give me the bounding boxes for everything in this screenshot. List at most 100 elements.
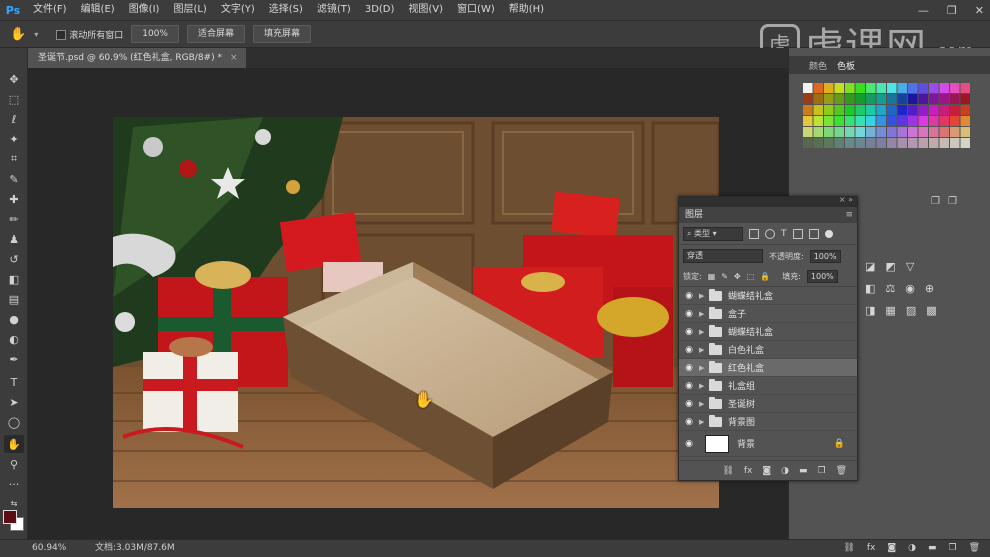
swatch-cell[interactable] [908,116,918,126]
swatch-cell[interactable] [950,127,960,137]
dodge-tool-icon[interactable]: ◐ [4,330,24,348]
swatch-cell[interactable] [824,105,834,115]
swatch-cell[interactable] [834,105,845,115]
swatch-cell[interactable] [950,105,960,115]
eye-icon[interactable]: ◉ [679,291,699,301]
filter-kind-select[interactable]: ⌕ 类型 ▾ [683,226,743,241]
swatch-cell[interactable] [803,116,813,126]
minimize-icon[interactable]: — [918,4,929,17]
zoom-tool-icon[interactable]: ⚲ [4,455,24,473]
foreground-color-swatch[interactable] [3,510,17,524]
photo-filter-icon[interactable]: ◉ [905,282,915,295]
hand-tool-icon[interactable]: ✋ [4,435,24,453]
swatch-cell[interactable] [887,94,897,104]
swatch-cell[interactable] [803,83,813,93]
expand-icon[interactable]: ❐ [948,196,957,207]
menu-layer[interactable]: 图层(L) [166,0,213,20]
swatch-cell[interactable] [887,83,897,93]
swatch-cell[interactable] [813,127,824,137]
expand-arrow-icon[interactable]: ▶ [699,346,709,354]
expand-arrow-icon[interactable]: ▶ [699,310,709,318]
pen-tool-icon[interactable]: ✒ [4,350,24,368]
swatch-cell[interactable] [834,116,845,126]
menu-file[interactable]: 文件(F) [26,0,74,20]
swatch-cell[interactable] [845,127,855,137]
swatch-cell[interactable] [803,105,813,115]
swatch-cell[interactable] [824,138,834,148]
move-tool-icon[interactable]: ✥ [4,70,24,88]
menu-help[interactable]: 帮助(H) [502,0,551,20]
expand-arrow-icon[interactable]: ▶ [699,400,709,408]
swatch-cell[interactable] [866,116,876,126]
swatch-cell[interactable] [824,83,834,93]
swatch-cell[interactable] [845,116,855,126]
swatch-cell[interactable] [866,83,876,93]
link-layers-icon[interactable]: ⛓ [722,466,733,476]
tab-color[interactable]: 颜色 [809,59,827,72]
expand-arrow-icon[interactable]: ▶ [699,328,709,336]
eye-icon[interactable]: ◉ [679,417,699,427]
eye-icon[interactable]: ◉ [679,309,699,319]
restore-icon[interactable]: ❐ [947,4,957,17]
swatch-cell[interactable] [918,138,929,148]
menu-3d[interactable]: 3D(D) [358,0,402,20]
swatch-cell[interactable] [813,138,824,148]
eye-icon[interactable]: ◉ [679,399,699,409]
eyedropper-tool-icon[interactable]: ✎ [4,170,24,188]
layers-panel-title[interactable]: 图层 [685,210,703,220]
swatch-cell[interactable] [950,116,960,126]
swatch-cell[interactable] [855,83,866,93]
expand-arrow-icon[interactable]: ▶ [699,364,709,372]
layer-row-selected[interactable]: ◉ ▶ 红色礼盒 [679,359,857,377]
new-layer-icon[interactable]: ❐ [817,466,825,476]
panel-title-strip[interactable]: × » [679,195,857,207]
crop-tool-icon[interactable]: ⌗ [4,150,24,168]
swatch-cells[interactable] [803,83,971,149]
swatch-cell[interactable] [939,94,950,104]
layer-row[interactable]: ◉ ▶ 礼盒组 [679,377,857,395]
expand-arrow-icon[interactable]: ▶ [699,382,709,390]
layer-row[interactable]: ◉ ▶ 圣诞树 [679,395,857,413]
eye-icon[interactable]: ◉ [679,381,699,391]
lock-transparent-icon[interactable]: ▦ [708,272,716,281]
swatch-cell[interactable] [866,94,876,104]
swatch-cell[interactable] [876,83,887,93]
swatch-cell[interactable] [897,138,908,148]
document-info[interactable]: 文档:3.03M/87.6M [95,540,175,557]
swatch-cell[interactable] [960,105,971,115]
swatch-cell[interactable] [908,105,918,115]
close-tab-icon[interactable]: × [230,53,238,63]
zoom-100-button[interactable]: 100% [131,25,179,43]
swatch-cell[interactable] [950,94,960,104]
opacity-field[interactable]: 100% [809,249,841,263]
swatch-cell[interactable] [960,94,971,104]
swatch-cell[interactable] [834,94,845,104]
swatch-cell[interactable] [960,127,971,137]
swatch-cell[interactable] [855,94,866,104]
swatch-cell[interactable] [897,127,908,137]
swatch-cell[interactable] [876,138,887,148]
brush-tool-icon[interactable]: ✏ [4,210,24,228]
swatch-cell[interactable] [824,116,834,126]
levels-adjustment-icon[interactable]: ◪ [865,260,875,273]
type-filter-icon[interactable]: T [781,229,787,239]
swatch-cell[interactable] [803,94,813,104]
close-panel-icon[interactable]: × » [839,195,853,204]
threshold-icon[interactable]: ▨ [906,304,916,317]
fx-icon[interactable]: fx [867,540,876,557]
swatch-cell[interactable] [824,94,834,104]
checkbox-icon[interactable] [56,30,67,40]
curves-adjustment-icon[interactable]: ◩ [885,260,895,273]
lock-position-icon[interactable]: ✥ [734,272,741,281]
pixel-filter-icon[interactable] [749,228,759,239]
menu-view[interactable]: 视图(V) [401,0,450,20]
triangle-adjustment-icon[interactable]: ▽ [906,260,914,273]
eye-icon[interactable]: ◉ [679,363,699,373]
swatch-cell[interactable] [834,127,845,137]
balance-adjustment-icon[interactable]: ⚖ [885,282,895,295]
adjustment-filter-icon[interactable] [765,228,775,239]
swatches-grid[interactable] [803,83,971,149]
swatch-cell[interactable] [855,138,866,148]
swatch-cell[interactable] [813,105,824,115]
swatch-cell[interactable] [929,138,939,148]
